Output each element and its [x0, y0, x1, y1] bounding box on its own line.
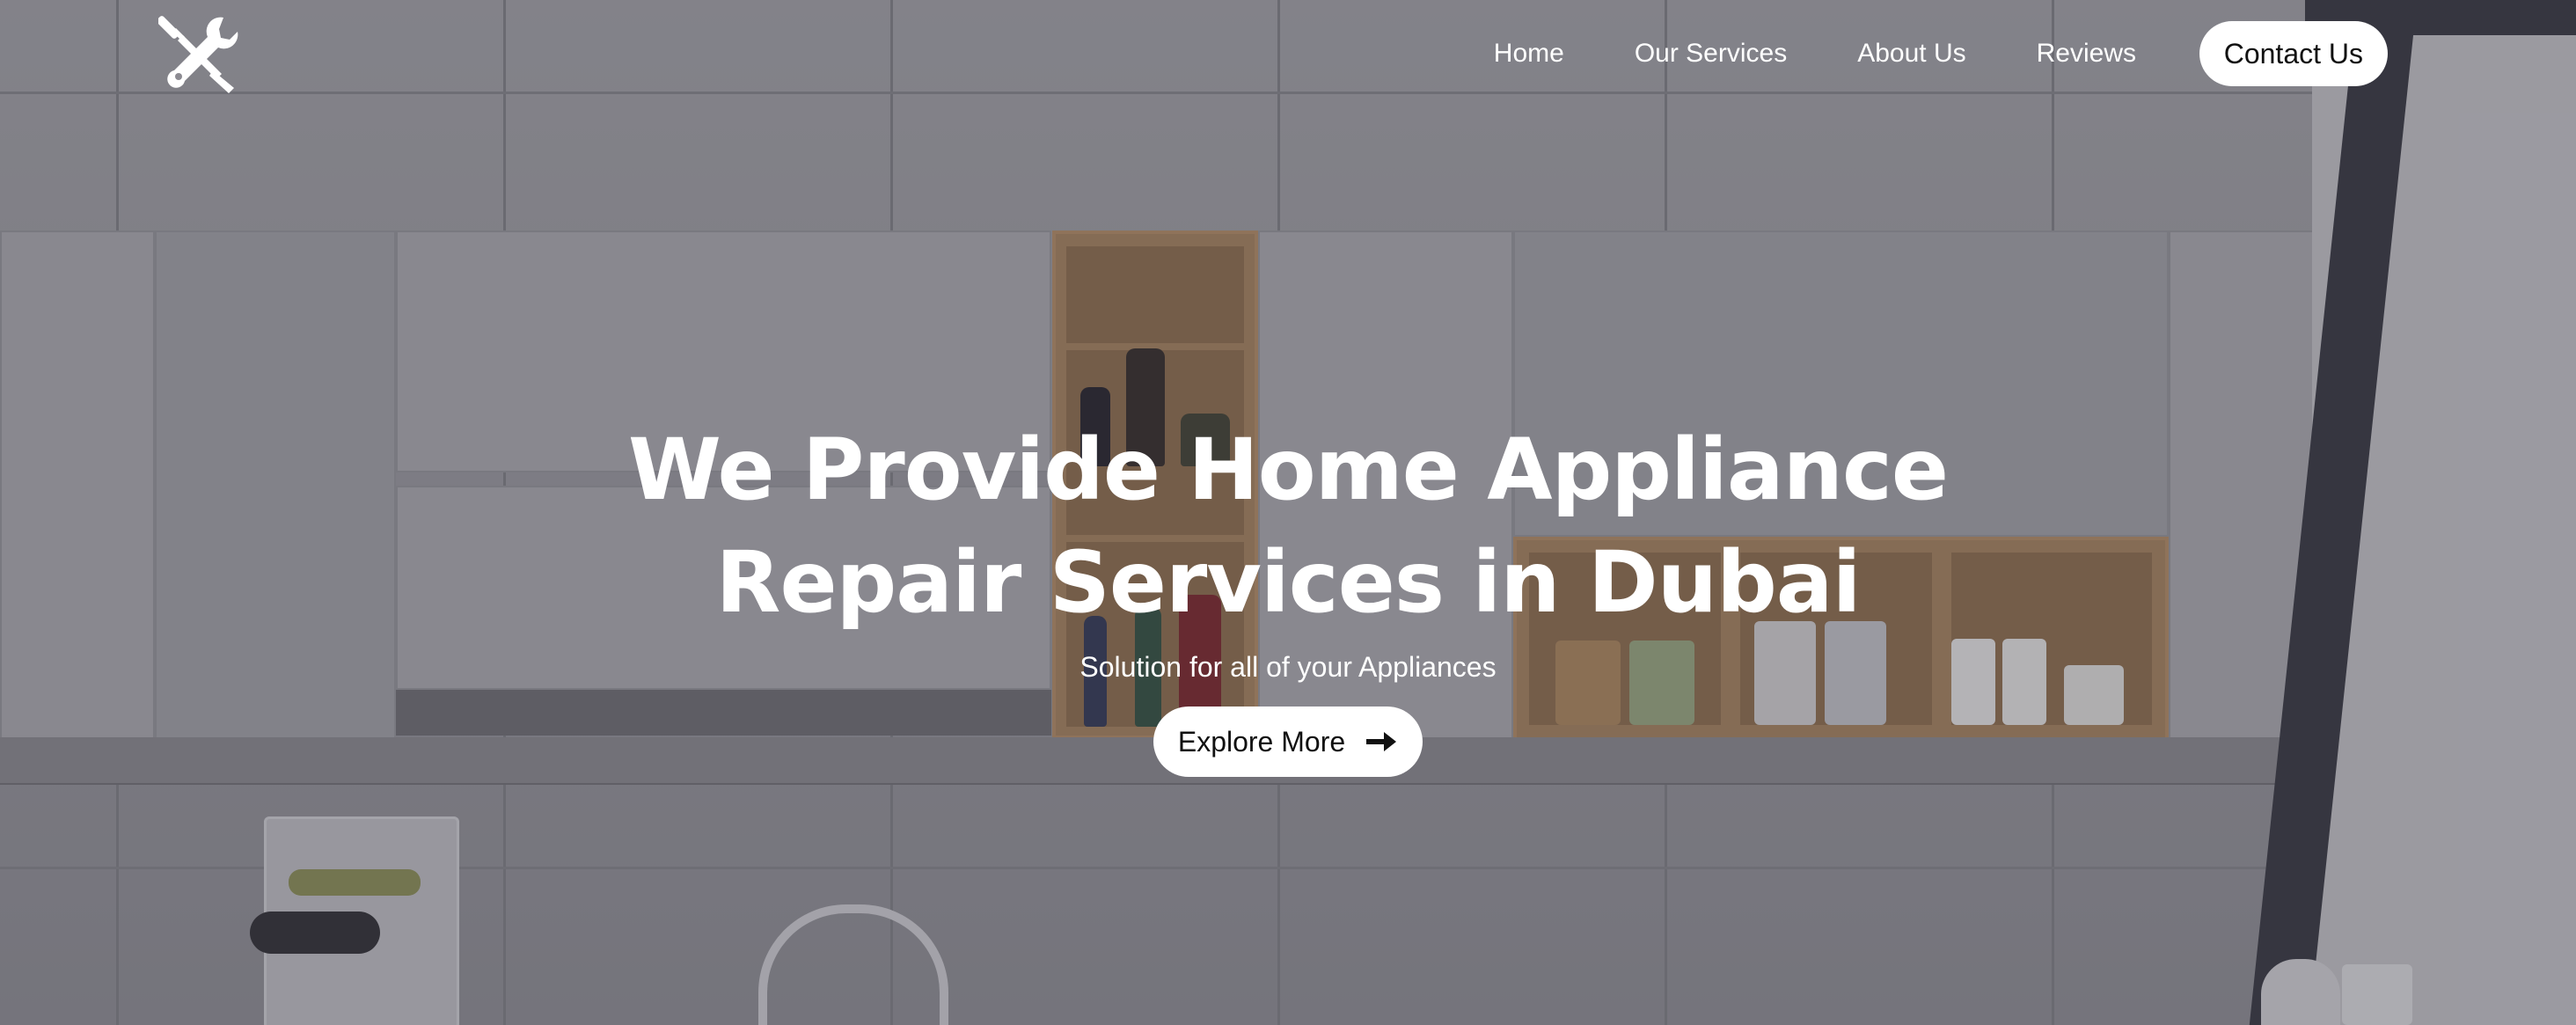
hero-title: We Provide Home Appliance Repair Service… [628, 421, 1949, 632]
nav-reviews[interactable]: Reviews [2037, 39, 2136, 69]
arrow-right-icon [1366, 732, 1397, 751]
hero-subtitle: Solution for all of your Appliances [1079, 651, 1497, 683]
nav-about-us[interactable]: About Us [1857, 39, 1965, 69]
main-navigation: Home Our Services About Us Reviews [1494, 21, 2136, 86]
nav-home[interactable]: Home [1494, 39, 1564, 69]
explore-more-button[interactable]: Explore More [1153, 707, 1423, 777]
explore-more-label: Explore More [1177, 725, 1346, 758]
wrench-screwdriver-icon[interactable] [157, 12, 243, 97]
contact-us-button[interactable]: Contact Us [2199, 21, 2388, 86]
nav-our-services[interactable]: Our Services [1635, 39, 1787, 69]
hero-section: We Provide Home Appliance Repair Service… [0, 414, 2576, 777]
